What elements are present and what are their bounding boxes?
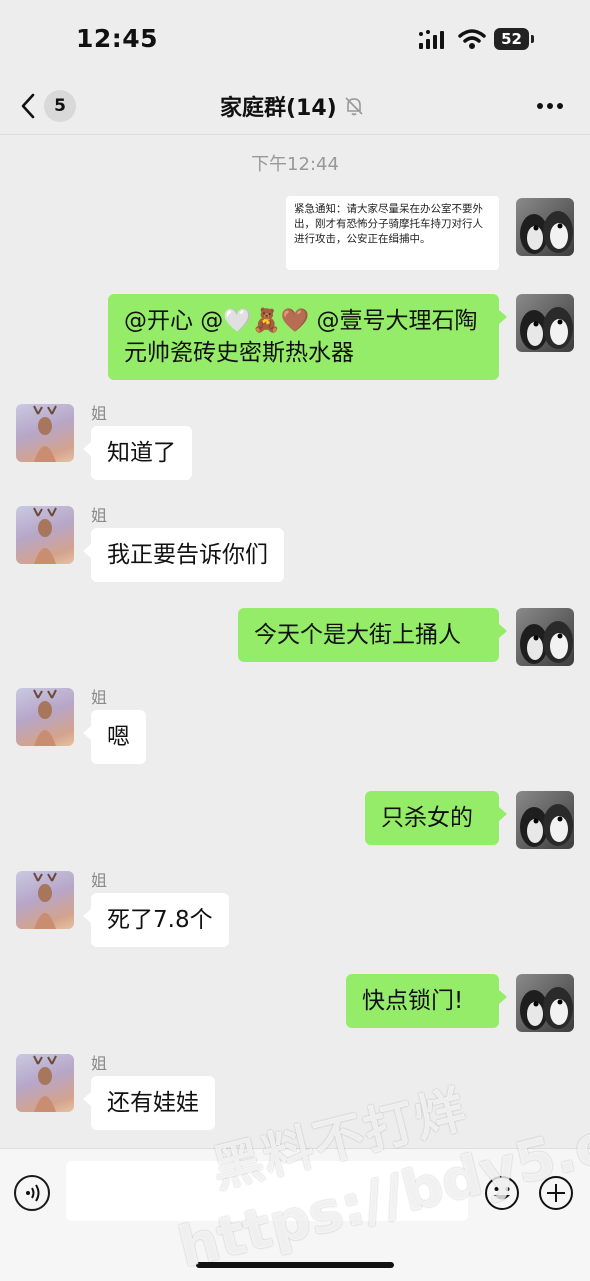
notice-image-message[interactable]: 紧急通知：请大家尽量呆在办公室不要外出，刚才有恐怖分子骑摩托车持刀对行人进行攻击…	[286, 196, 499, 270]
unread-count-badge[interactable]: 5	[44, 90, 76, 122]
incoming-message-bubble[interactable]: 死了7.8个	[83, 893, 229, 947]
deer-avatar-icon	[33, 507, 57, 564]
deer-avatar-icon	[33, 405, 57, 462]
back-arrow-icon[interactable]	[18, 92, 38, 120]
sender-avatar[interactable]	[16, 506, 74, 564]
sender-name: 姐	[91, 1054, 108, 1073]
message-text: 死了7.8个	[107, 907, 213, 933]
incoming-message-bubble[interactable]: 嗯	[83, 710, 146, 764]
penguin-avatar-icon	[520, 987, 573, 1030]
incoming-message-bubble[interactable]: 知道了	[83, 426, 192, 480]
incoming-message-bubble[interactable]: 还有娃娃	[83, 1076, 215, 1130]
wifi-icon	[458, 29, 486, 49]
outgoing-message-bubble[interactable]: 快点锁门!	[346, 974, 507, 1028]
message-text: 今天个是大街上捅人	[254, 622, 461, 648]
message-text: 嗯	[107, 724, 130, 750]
outgoing-message-bubble[interactable]: @开心 @🤍🧸🤎 @壹号大理石陶元帅瓷砖史密斯热水器	[108, 294, 507, 380]
outgoing-message-bubble[interactable]: 只杀女的	[365, 791, 507, 845]
penguin-avatar-icon	[520, 211, 573, 254]
sender-name: 姐	[91, 688, 108, 707]
mute-bell-icon	[345, 97, 363, 116]
voice-icon[interactable]	[14, 1175, 50, 1211]
message-text: 知道了	[107, 440, 176, 466]
chat-title: 家庭群(14)	[220, 90, 365, 122]
deer-avatar-icon	[33, 872, 57, 929]
sender-name: 姐	[91, 871, 108, 890]
chat-title-text: 家庭群(14)	[220, 96, 337, 121]
self-avatar[interactable]	[516, 608, 574, 666]
sender-avatar[interactable]	[16, 1054, 74, 1112]
sender-avatar[interactable]	[16, 688, 74, 746]
outgoing-message-bubble[interactable]: 今天个是大街上捅人	[238, 608, 507, 662]
sender-avatar[interactable]	[16, 871, 74, 929]
message-text: @开心 @🤍🧸🤎 @壹号大理石陶元帅瓷砖史密斯热水器	[124, 308, 478, 366]
message-text: 快点锁门!	[362, 988, 464, 1014]
chat-header: 5 家庭群(14)	[0, 78, 590, 135]
status-time: 12:45	[76, 24, 159, 53]
self-avatar[interactable]	[516, 791, 574, 849]
message-text: 我正要告诉你们	[107, 542, 268, 568]
deer-avatar-icon	[33, 689, 57, 746]
self-avatar[interactable]	[516, 198, 574, 256]
sender-name: 姐	[91, 506, 108, 525]
self-avatar[interactable]	[516, 294, 574, 352]
battery-icon: 52	[494, 28, 534, 50]
sender-avatar[interactable]	[16, 404, 74, 462]
sender-name: 姐	[91, 404, 108, 423]
self-avatar[interactable]	[516, 974, 574, 1032]
penguin-avatar-icon	[520, 621, 573, 664]
message-text: 还有娃娃	[107, 1090, 199, 1116]
notice-text: 紧急通知：请大家尽量呆在办公室不要外出，刚才有恐怖分子骑摩托车持刀对行人进行攻击…	[294, 203, 483, 245]
more-icon[interactable]	[536, 102, 564, 110]
penguin-avatar-icon	[520, 307, 573, 350]
message-text: 只杀女的	[381, 805, 473, 831]
penguin-avatar-icon	[520, 804, 573, 847]
battery-level: 52	[494, 28, 529, 50]
incoming-message-bubble[interactable]: 我正要告诉你们	[83, 528, 284, 582]
message-timestamp: 下午12:44	[251, 154, 339, 175]
signal-icon	[419, 30, 444, 49]
status-bar: 12:45 52	[0, 0, 590, 78]
deer-avatar-icon	[33, 1055, 57, 1112]
